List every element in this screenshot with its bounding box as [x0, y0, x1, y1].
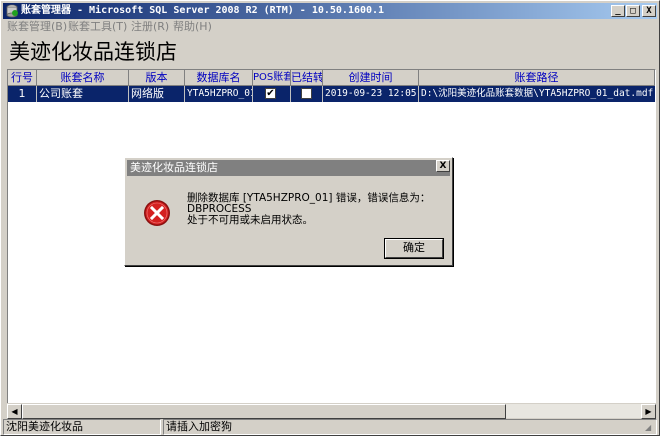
- carried-over-cell: [291, 86, 323, 102]
- menu-register[interactable]: 注册(R): [131, 19, 169, 35]
- ok-button[interactable]: 确定: [384, 238, 444, 259]
- created-cell: 2019-09-23 12:05:11: [323, 86, 419, 102]
- menu-help[interactable]: 帮助(H): [173, 19, 212, 35]
- carried-over-checkbox[interactable]: [301, 88, 312, 99]
- dialog-title[interactable]: 美迹化妆品连锁店: [127, 160, 450, 176]
- scroll-left-button[interactable]: ◀: [7, 404, 22, 419]
- col-db-name[interactable]: 数据库名: [185, 70, 253, 86]
- dialog-message: 删除数据库 [YTA5HZPRO_01] 错误，错误信息为：DBPROCESS …: [187, 193, 447, 226]
- col-row-no[interactable]: 行号: [8, 70, 37, 86]
- store-title: 美迹化妆品连锁店: [9, 40, 177, 64]
- col-path[interactable]: 账套路径: [419, 70, 655, 86]
- app-icon: [6, 4, 18, 18]
- close-button[interactable]: X: [642, 5, 656, 17]
- dialog-message-line1: 删除数据库 [YTA5HZPRO_01] 错误，错误信息为：DBPROCESS: [187, 192, 431, 215]
- scroll-thumb[interactable]: [22, 404, 506, 419]
- col-carried-over[interactable]: 已结转: [291, 70, 323, 86]
- error-icon: [144, 200, 170, 226]
- resize-grip-icon[interactable]: ◢: [645, 423, 655, 433]
- maximize-button[interactable]: □: [626, 5, 640, 17]
- account-name-cell: 公司账套: [37, 86, 129, 102]
- row-no-cell: 1: [8, 86, 37, 102]
- menu-bar: 账套管理(B) 账套工具(T) 注册(R) 帮助(H): [3, 19, 657, 35]
- menu-account-management[interactable]: 账套管理(B): [7, 19, 67, 35]
- scroll-right-button[interactable]: ▶: [641, 404, 656, 419]
- db-name-cell: YTA5HZPRO_01: [185, 86, 253, 102]
- col-created[interactable]: 创建时间: [323, 70, 419, 86]
- main-window: 账套管理器 - Microsoft SQL Server 2008 R2 (RT…: [0, 0, 660, 436]
- grid-header: 行号 账套名称 版本 数据库名 POS账套 已结转 创建时间 账套路径: [8, 70, 655, 86]
- dialog-title-text: 美迹化妆品连锁店: [130, 161, 218, 174]
- menu-account-tools[interactable]: 账套工具(T): [68, 19, 127, 35]
- horizontal-scrollbar[interactable]: ◀ ▶: [7, 403, 656, 419]
- error-dialog: 美迹化妆品连锁店 X 删除数据库 [YTA5HZPRO_01] 错误，错误信息为…: [124, 157, 453, 266]
- path-cell: D:\沈阳美迹化品账套数据\YTA5HZPRO_01_dat.mdf: [421, 88, 654, 99]
- status-company: 沈阳美迹化妆品: [3, 419, 161, 435]
- col-pos[interactable]: POS账套: [253, 70, 291, 86]
- status-bar: 沈阳美迹化妆品 请插入加密狗 ◢: [3, 419, 657, 435]
- col-version[interactable]: 版本: [129, 70, 185, 86]
- col-account-name[interactable]: 账套名称: [37, 70, 129, 86]
- minimize-button[interactable]: _: [611, 5, 625, 17]
- title-bar[interactable]: 账套管理器 - Microsoft SQL Server 2008 R2 (RT…: [3, 3, 657, 19]
- pos-cell: ✔: [253, 86, 291, 102]
- table-row[interactable]: 1 公司账套 网络版 YTA5HZPRO_01 ✔ 2019-09-23 12:…: [8, 86, 655, 102]
- dialog-close-button[interactable]: X: [436, 160, 450, 172]
- window-title: 账套管理器 - Microsoft SQL Server 2008 R2 (RT…: [21, 5, 385, 16]
- version-cell: 网络版: [129, 86, 185, 102]
- dialog-message-line2: 处于不可用或未启用状态。: [187, 214, 313, 226]
- pos-checkbox[interactable]: ✔: [265, 88, 276, 99]
- status-dongle: 请插入加密狗: [163, 419, 657, 435]
